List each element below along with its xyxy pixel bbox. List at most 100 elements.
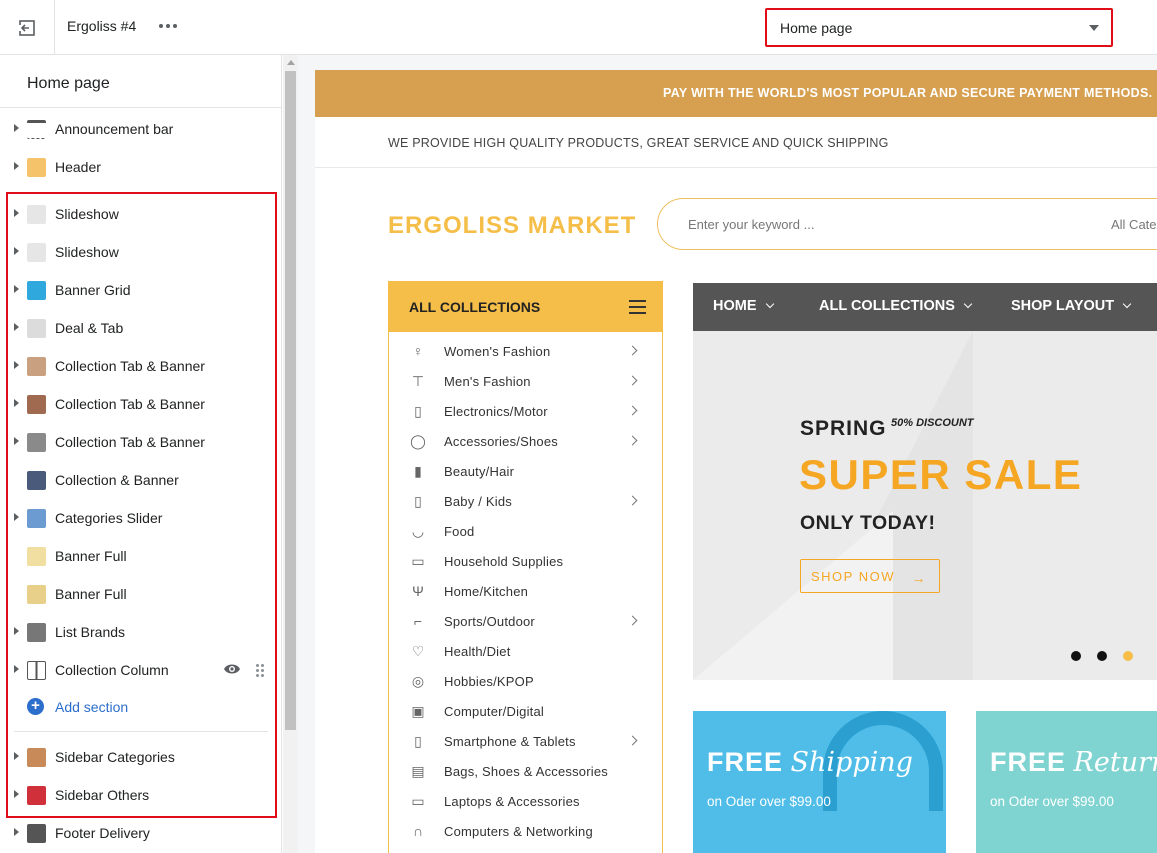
- slide-discount-text: 50% DISCOUNT: [891, 417, 974, 429]
- collection-menu-item[interactable]: ▤ Bags, Shoes & Accessories: [389, 758, 662, 788]
- scroll-up-arrow-icon[interactable]: [287, 60, 295, 65]
- collection-menu-item[interactable]: ♡ Health/Diet: [389, 638, 662, 668]
- nav-item-all-collections[interactable]: ALL COLLECTIONS: [819, 298, 973, 314]
- section-item[interactable]: Collection & Banner: [0, 462, 270, 498]
- sidebar-scrollbar[interactable]: [283, 55, 298, 853]
- slide-dot[interactable]: [1123, 651, 1133, 661]
- collection-menu-item[interactable]: ◎ Hobbies/KPOP: [389, 668, 662, 698]
- collection-label: Smartphone & Tablets: [444, 734, 576, 749]
- add-section-button[interactable]: + Add section: [27, 698, 128, 715]
- chevron-right-icon[interactable]: [14, 513, 19, 521]
- store-logo[interactable]: ERGOLISS MARKET: [388, 212, 636, 240]
- drag-handle-icon[interactable]: [256, 664, 264, 677]
- section-label: Slideshow: [55, 206, 119, 222]
- exit-button[interactable]: [0, 0, 55, 55]
- free-shipping-banner[interactable]: FREE Shipping on Oder over $99.00: [693, 711, 946, 853]
- section-label: Banner Full: [55, 586, 127, 602]
- section-item[interactable]: Categories Slider: [0, 500, 270, 536]
- section-label: Header: [55, 159, 101, 175]
- eye-icon[interactable]: [223, 662, 241, 676]
- section-item[interactable]: Collection Tab & Banner: [0, 424, 270, 460]
- chevron-right-icon[interactable]: [14, 162, 19, 170]
- section-item[interactable]: Sidebar Categories: [0, 739, 270, 775]
- collection-menu-item[interactable]: ▯ Smartphone & Tablets: [389, 728, 662, 758]
- section-item[interactable]: Banner Full: [0, 538, 270, 574]
- chevron-right-icon[interactable]: [14, 124, 19, 132]
- collection-menu-item[interactable]: ⊤ Men's Fashion: [389, 368, 662, 398]
- collection-menu-item[interactable]: ▭ Household Supplies: [389, 548, 662, 578]
- chevron-right-icon[interactable]: [14, 437, 19, 445]
- sidebar-others-icon: [27, 786, 46, 805]
- search-input[interactable]: Enter your keyword ...: [688, 217, 814, 232]
- section-item[interactable]: Slideshow: [0, 196, 270, 232]
- collection-label: Computer/Digital: [444, 704, 545, 719]
- section-item[interactable]: Collection Tab & Banner: [0, 348, 270, 384]
- chevron-right-icon[interactable]: [14, 209, 19, 217]
- section-item[interactable]: Slideshow: [0, 234, 270, 270]
- slide-dot[interactable]: [1097, 651, 1107, 661]
- sneaker-icon: ⌐: [413, 613, 423, 629]
- nav-item-shop-layout[interactable]: SHOP LAYOUT: [1011, 298, 1132, 314]
- chevron-right-icon[interactable]: [14, 828, 19, 836]
- collection-menu-item[interactable]: ◡ Food: [389, 518, 662, 548]
- search-category-select[interactable]: All Categories: [1111, 217, 1157, 232]
- collection-menu-item[interactable]: ∩ Computers & Networking: [389, 818, 662, 848]
- collection-menu-item[interactable]: ▣ Computer/Digital: [389, 698, 662, 728]
- section-item[interactable]: List Brands: [0, 614, 270, 650]
- section-label: Collection Tab & Banner: [55, 434, 205, 450]
- section-label: Banner Grid: [55, 282, 131, 298]
- chevron-right-icon[interactable]: [14, 790, 19, 798]
- chevron-right-icon[interactable]: [14, 399, 19, 407]
- collection-menu-item[interactable]: ▯ Baby / Kids: [389, 488, 662, 518]
- section-item[interactable]: Announcement bar: [0, 111, 270, 147]
- page-selector[interactable]: Home page: [765, 8, 1113, 47]
- more-actions-button[interactable]: [158, 16, 178, 36]
- collection-menu-item[interactable]: Ψ Home/Kitchen: [389, 578, 662, 608]
- slide-dot[interactable]: [1071, 651, 1081, 661]
- collection-banner-thumb: [27, 471, 46, 490]
- chevron-down-icon: [963, 299, 973, 309]
- chevron-right-icon[interactable]: [14, 627, 19, 635]
- chevron-right-icon[interactable]: [14, 665, 19, 673]
- editor-topbar: Ergoliss #4 Home page: [0, 0, 1157, 55]
- collection-menu-item[interactable]: ▯ Electronics/Motor: [389, 398, 662, 428]
- chevron-right-icon: [627, 735, 638, 746]
- announcement-bar-icon: [27, 120, 46, 139]
- chevron-right-icon: [627, 405, 638, 416]
- chevron-right-icon[interactable]: [14, 323, 19, 331]
- headphones-icon: ∩: [412, 823, 424, 839]
- scroll-thumb[interactable]: [285, 71, 296, 730]
- collection-tab-banner-thumb: [27, 433, 46, 452]
- chevron-right-icon[interactable]: [14, 752, 19, 760]
- collection-label: Electronics/Motor: [444, 404, 548, 419]
- collection-menu-item[interactable]: ⌐ Sports/Outdoor: [389, 608, 662, 638]
- section-item[interactable]: Footer Delivery: [0, 815, 270, 851]
- section-label: Collection Tab & Banner: [55, 358, 205, 374]
- collection-menu-item[interactable]: ▭ Laptops & Accessories: [389, 788, 662, 818]
- collection-menu-item[interactable]: ◯ Accessories/Shoes: [389, 428, 662, 458]
- free-return-banner[interactable]: FREE Return on Oder over $99.00: [976, 711, 1157, 853]
- section-item[interactable]: Sidebar Others: [0, 777, 270, 813]
- bottle-icon: ▯: [414, 492, 422, 509]
- section-item[interactable]: Banner Full: [0, 576, 270, 612]
- collection-menu-item[interactable]: ♀ Women's Fashion: [389, 338, 662, 368]
- shop-now-button[interactable]: SHOP NOW →: [800, 559, 940, 593]
- chevron-right-icon[interactable]: [14, 361, 19, 369]
- collection-menu-item[interactable]: ▮ Beauty/Hair: [389, 458, 662, 488]
- slide-headline: SUPER SALE: [799, 451, 1083, 498]
- search-bar[interactable]: Enter your keyword ... All Categories: [657, 198, 1157, 250]
- deal-tab-thumb: [27, 319, 46, 338]
- section-item[interactable]: Collection Tab & Banner: [0, 386, 270, 422]
- chevron-right-icon[interactable]: [14, 247, 19, 255]
- chevron-right-icon[interactable]: [14, 285, 19, 293]
- collection-label: Health/Diet: [444, 644, 511, 659]
- main-nav: HOME ALL COLLECTIONS SHOP LAYOUT: [693, 283, 1157, 331]
- section-item[interactable]: Collection Column: [0, 652, 270, 688]
- lipstick-icon: ▮: [414, 462, 422, 479]
- nav-item-home[interactable]: HOME: [713, 298, 774, 314]
- section-item[interactable]: Banner Grid: [0, 272, 270, 308]
- collections-header[interactable]: ALL COLLECTIONS: [389, 282, 662, 332]
- section-item[interactable]: Header: [0, 149, 270, 185]
- hamburger-icon[interactable]: [629, 300, 646, 318]
- section-item[interactable]: Deal & Tab: [0, 310, 270, 346]
